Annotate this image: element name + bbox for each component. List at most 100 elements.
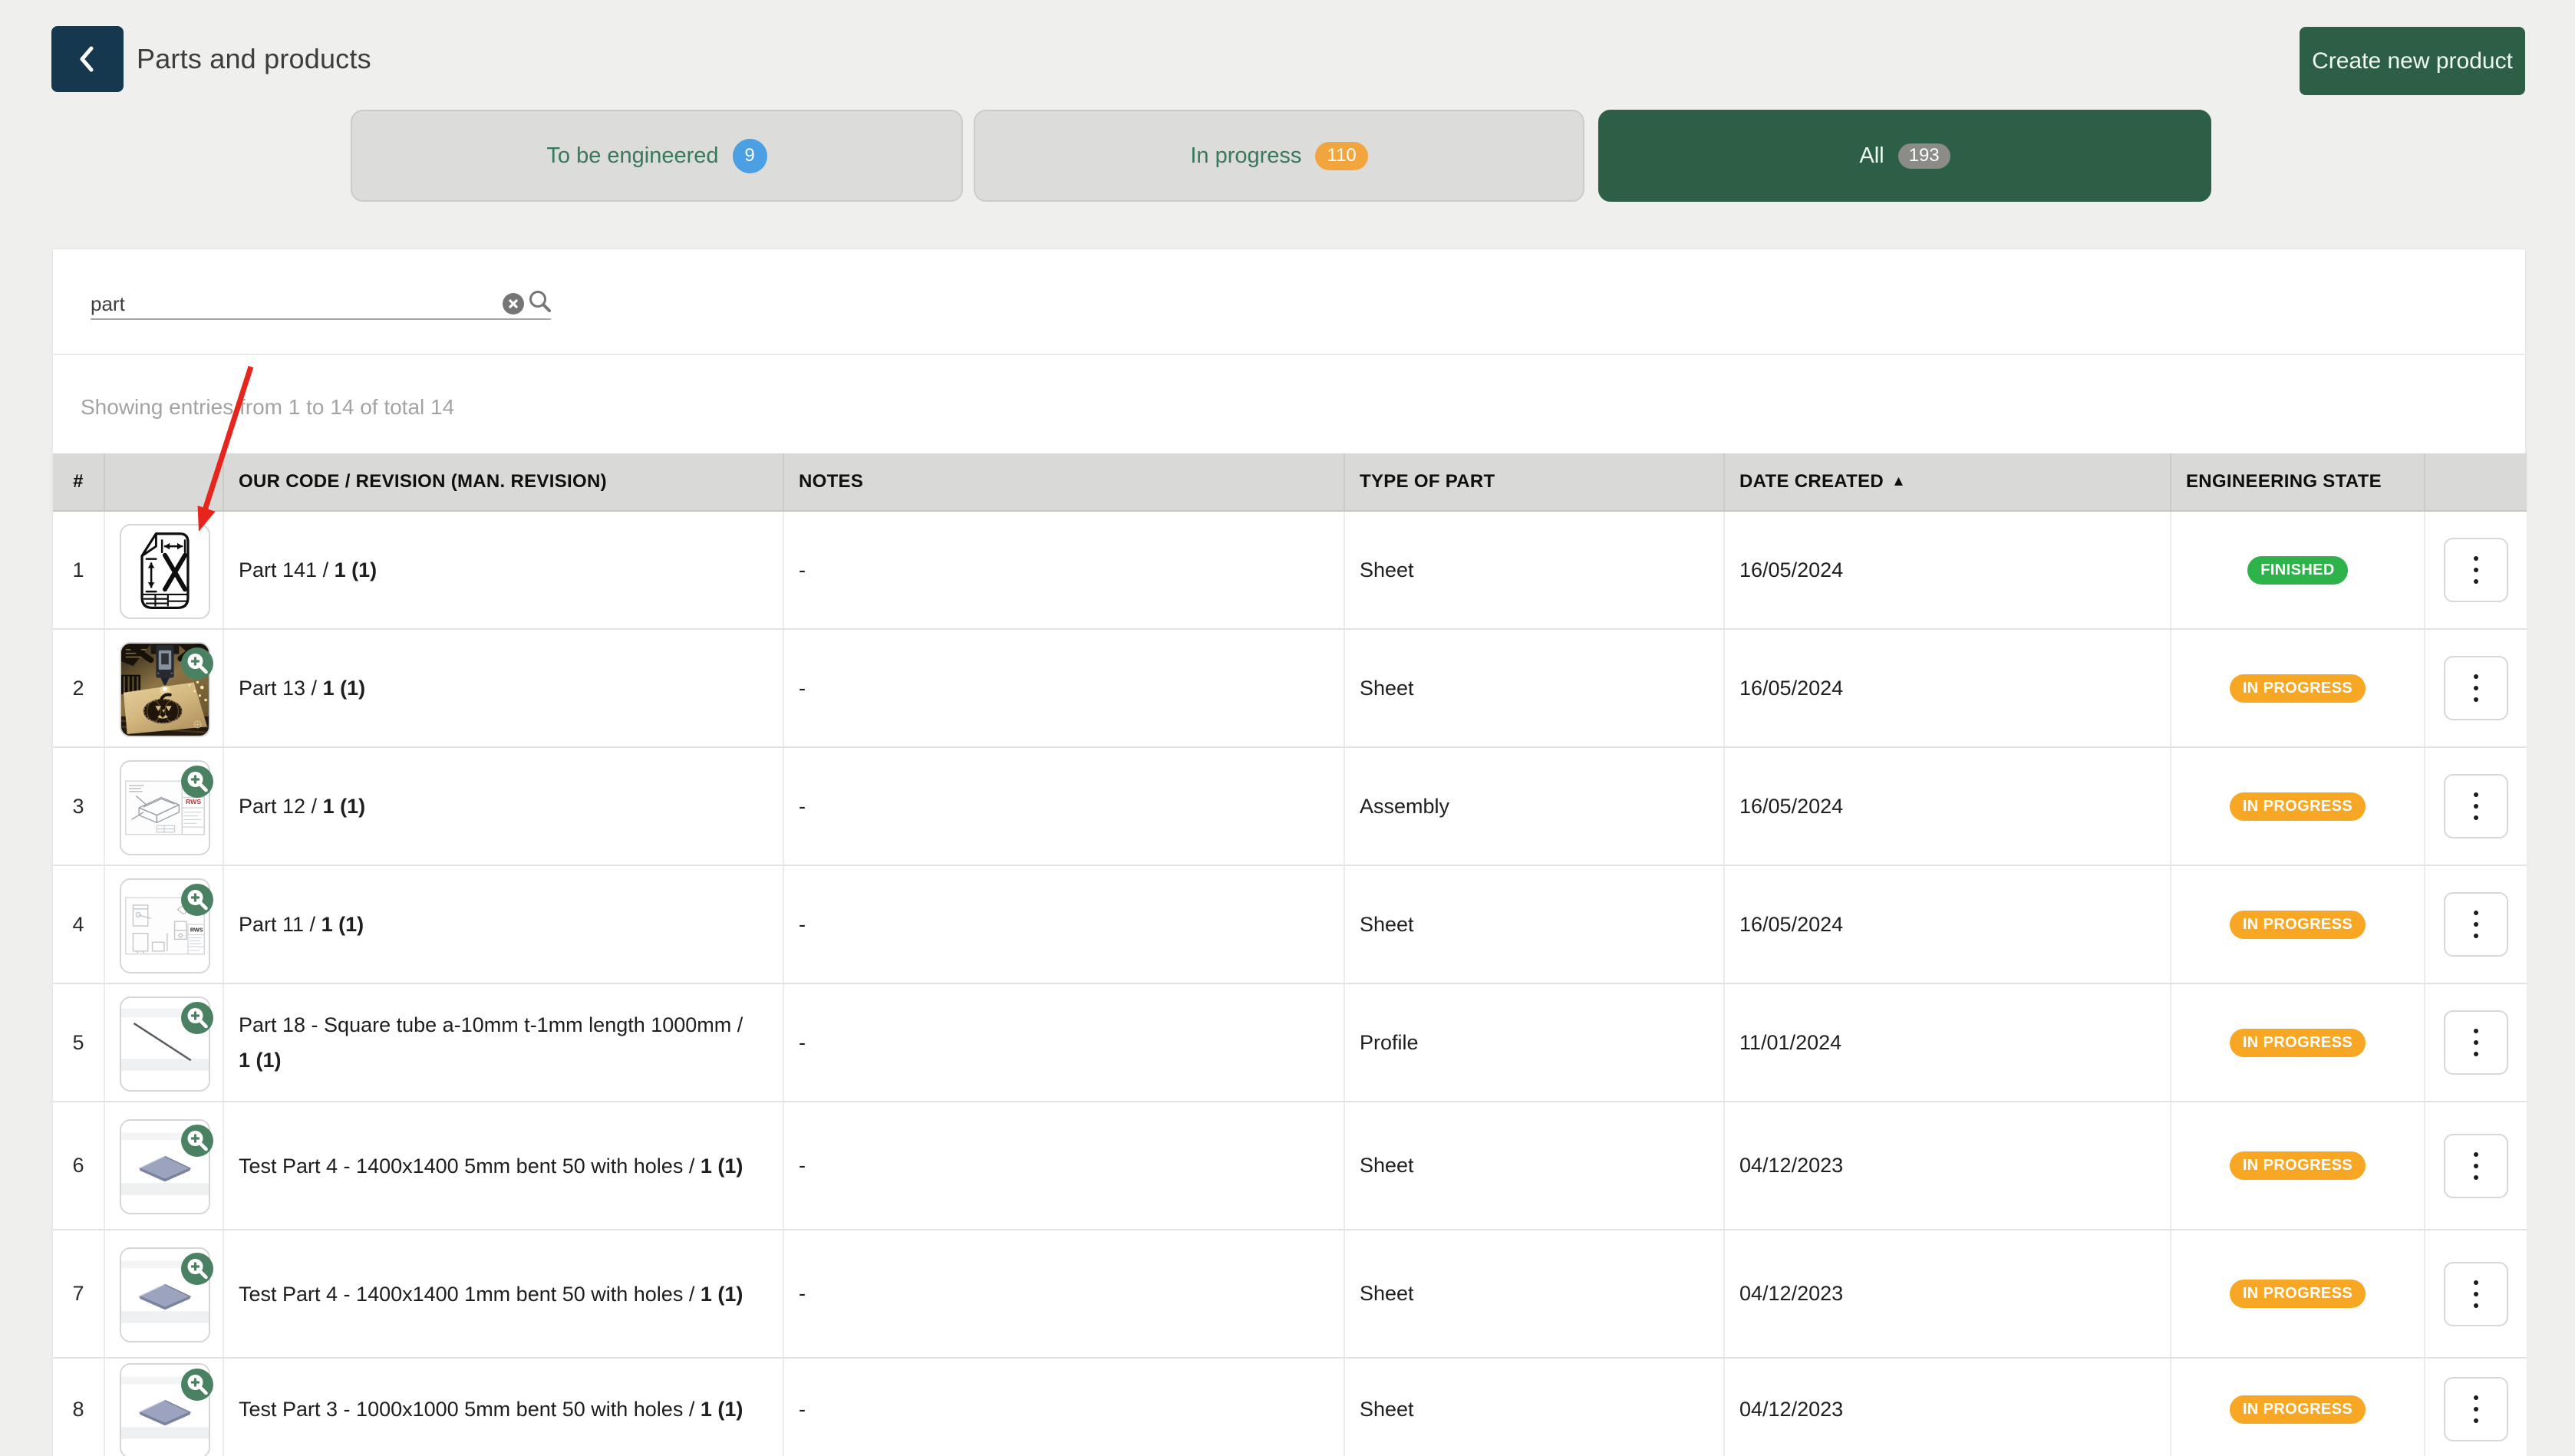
- row-date: 04/12/2023: [1724, 1102, 2171, 1230]
- status-badge: IN PROGRESS: [2230, 1151, 2366, 1180]
- row-thumbnail-cell: [104, 1102, 223, 1230]
- tab-label: All: [1859, 143, 1884, 169]
- tab-label: In progress: [1190, 143, 1301, 169]
- row-menu-button[interactable]: [2444, 656, 2508, 720]
- svg-text:RWS: RWS: [186, 798, 201, 805]
- row-actions: [2425, 511, 2527, 629]
- row-code[interactable]: Part 12 / 1 (1): [223, 747, 783, 865]
- tab-all[interactable]: All 193: [1598, 110, 2211, 202]
- zoom-image-button[interactable]: [181, 884, 213, 916]
- row-type: Sheet: [1344, 865, 1724, 983]
- row-code[interactable]: Part 13 / 1 (1): [223, 629, 783, 747]
- create-new-product-button[interactable]: Create new product: [2300, 27, 2525, 95]
- row-type: Profile: [1344, 983, 1724, 1102]
- row-date: 16/05/2024: [1724, 511, 2171, 629]
- search-underline: [91, 318, 551, 320]
- row-state: IN PROGRESS: [2171, 1230, 2425, 1358]
- row-type: Sheet: [1344, 1358, 1724, 1456]
- col-header-state[interactable]: ENGINEERING STATE: [2171, 453, 2425, 511]
- tab-count-badge: 193: [1898, 143, 1950, 169]
- tab-to-be-engineered[interactable]: To be engineered 9: [351, 110, 963, 202]
- zoom-image-button[interactable]: [181, 766, 213, 798]
- row-notes: -: [783, 1102, 1344, 1230]
- row-state: IN PROGRESS: [2171, 1358, 2425, 1456]
- row-index: 6: [53, 1102, 104, 1230]
- row-state: FINISHED: [2171, 511, 2425, 629]
- col-header-image: [104, 453, 223, 511]
- table-row-5: 5: [53, 983, 2527, 1102]
- drawing-placeholder-icon[interactable]: [120, 524, 210, 619]
- row-date: 04/12/2023: [1724, 1358, 2171, 1456]
- row-date: 16/05/2024: [1724, 629, 2171, 747]
- row-state: IN PROGRESS: [2171, 983, 2425, 1102]
- search-input[interactable]: [91, 292, 520, 316]
- row-type: Sheet: [1344, 629, 1724, 747]
- col-header-code[interactable]: OUR CODE / REVISION (MAN. REVISION): [223, 453, 783, 511]
- row-code[interactable]: Part 141 / 1 (1): [223, 511, 783, 629]
- row-thumbnail-cell: [104, 511, 223, 629]
- row-index: 2: [53, 629, 104, 747]
- row-thumbnail-cell: [104, 629, 223, 747]
- row-menu-button[interactable]: [2444, 774, 2508, 838]
- tab-in-progress[interactable]: In progress 110: [974, 110, 1584, 202]
- row-type: Sheet: [1344, 1102, 1724, 1230]
- row-actions: [2425, 1358, 2527, 1456]
- table-row-4: 4: [53, 865, 2527, 983]
- status-badge: IN PROGRESS: [2230, 792, 2366, 821]
- row-menu-button[interactable]: [2444, 1134, 2508, 1198]
- parts-table: # OUR CODE / REVISION (MAN. REVISION) NO…: [53, 453, 2527, 1456]
- status-badge: IN PROGRESS: [2230, 674, 2366, 703]
- col-header-actions: [2425, 453, 2527, 511]
- zoom-image-button[interactable]: [181, 1002, 213, 1034]
- row-type: Sheet: [1344, 511, 1724, 629]
- row-index: 5: [53, 983, 104, 1102]
- page-title: Parts and products: [137, 41, 371, 77]
- row-thumbnail-cell: [104, 983, 223, 1102]
- row-menu-button[interactable]: [2444, 1262, 2508, 1326]
- row-actions: [2425, 1102, 2527, 1230]
- svg-text:RWS: RWS: [190, 926, 203, 933]
- row-code[interactable]: Part 18 - Square tube a-10mm t-1mm lengt…: [223, 983, 783, 1102]
- row-state: IN PROGRESS: [2171, 629, 2425, 747]
- row-index: 8: [53, 1358, 104, 1456]
- row-actions: [2425, 865, 2527, 983]
- clear-search-icon[interactable]: [503, 293, 524, 315]
- row-date: 11/01/2024: [1724, 983, 2171, 1102]
- row-type: Assembly: [1344, 747, 1724, 865]
- row-menu-button[interactable]: [2444, 1010, 2508, 1075]
- zoom-image-button[interactable]: [181, 1125, 213, 1157]
- tab-count-badge: 9: [733, 139, 767, 173]
- content-card: Showing entries from 1 to 14 of total 14…: [52, 249, 2526, 1456]
- row-date: 16/05/2024: [1724, 865, 2171, 983]
- row-notes: -: [783, 511, 1344, 629]
- status-badge: IN PROGRESS: [2230, 1395, 2366, 1424]
- zoom-image-button[interactable]: [181, 647, 213, 680]
- row-thumbnail-cell: [104, 1230, 223, 1358]
- sort-asc-icon: ▲: [1891, 473, 1906, 489]
- row-notes: -: [783, 865, 1344, 983]
- row-notes: -: [783, 1230, 1344, 1358]
- status-badge: IN PROGRESS: [2230, 911, 2366, 939]
- row-menu-button[interactable]: [2444, 538, 2508, 602]
- row-notes: -: [783, 1358, 1344, 1456]
- zoom-image-button[interactable]: [181, 1369, 213, 1401]
- col-header-notes[interactable]: NOTES: [783, 453, 1344, 511]
- row-menu-button[interactable]: [2444, 892, 2508, 957]
- col-header-type[interactable]: TYPE OF PART: [1344, 453, 1724, 511]
- row-notes: -: [783, 747, 1344, 865]
- row-date: 04/12/2023: [1724, 1230, 2171, 1358]
- row-code[interactable]: Test Part 3 - 1000x1000 5mm bent 50 with…: [223, 1358, 783, 1456]
- parts-and-products-page: Parts and products Create new product To…: [0, 0, 2575, 1456]
- row-code[interactable]: Part 11 / 1 (1): [223, 865, 783, 983]
- col-header-date[interactable]: DATE CREATED▲: [1724, 453, 2171, 511]
- back-button[interactable]: [51, 26, 124, 92]
- row-menu-button[interactable]: [2444, 1377, 2508, 1441]
- row-date: 16/05/2024: [1724, 747, 2171, 865]
- row-index: 7: [53, 1230, 104, 1358]
- row-code[interactable]: Test Part 4 - 1400x1400 5mm bent 50 with…: [223, 1102, 783, 1230]
- search-icon[interactable]: [527, 289, 555, 321]
- zoom-image-button[interactable]: [181, 1253, 213, 1285]
- status-badge: FINISHED: [2247, 556, 2348, 585]
- row-code[interactable]: Test Part 4 - 1400x1400 1mm bent 50 with…: [223, 1230, 783, 1358]
- row-actions: [2425, 747, 2527, 865]
